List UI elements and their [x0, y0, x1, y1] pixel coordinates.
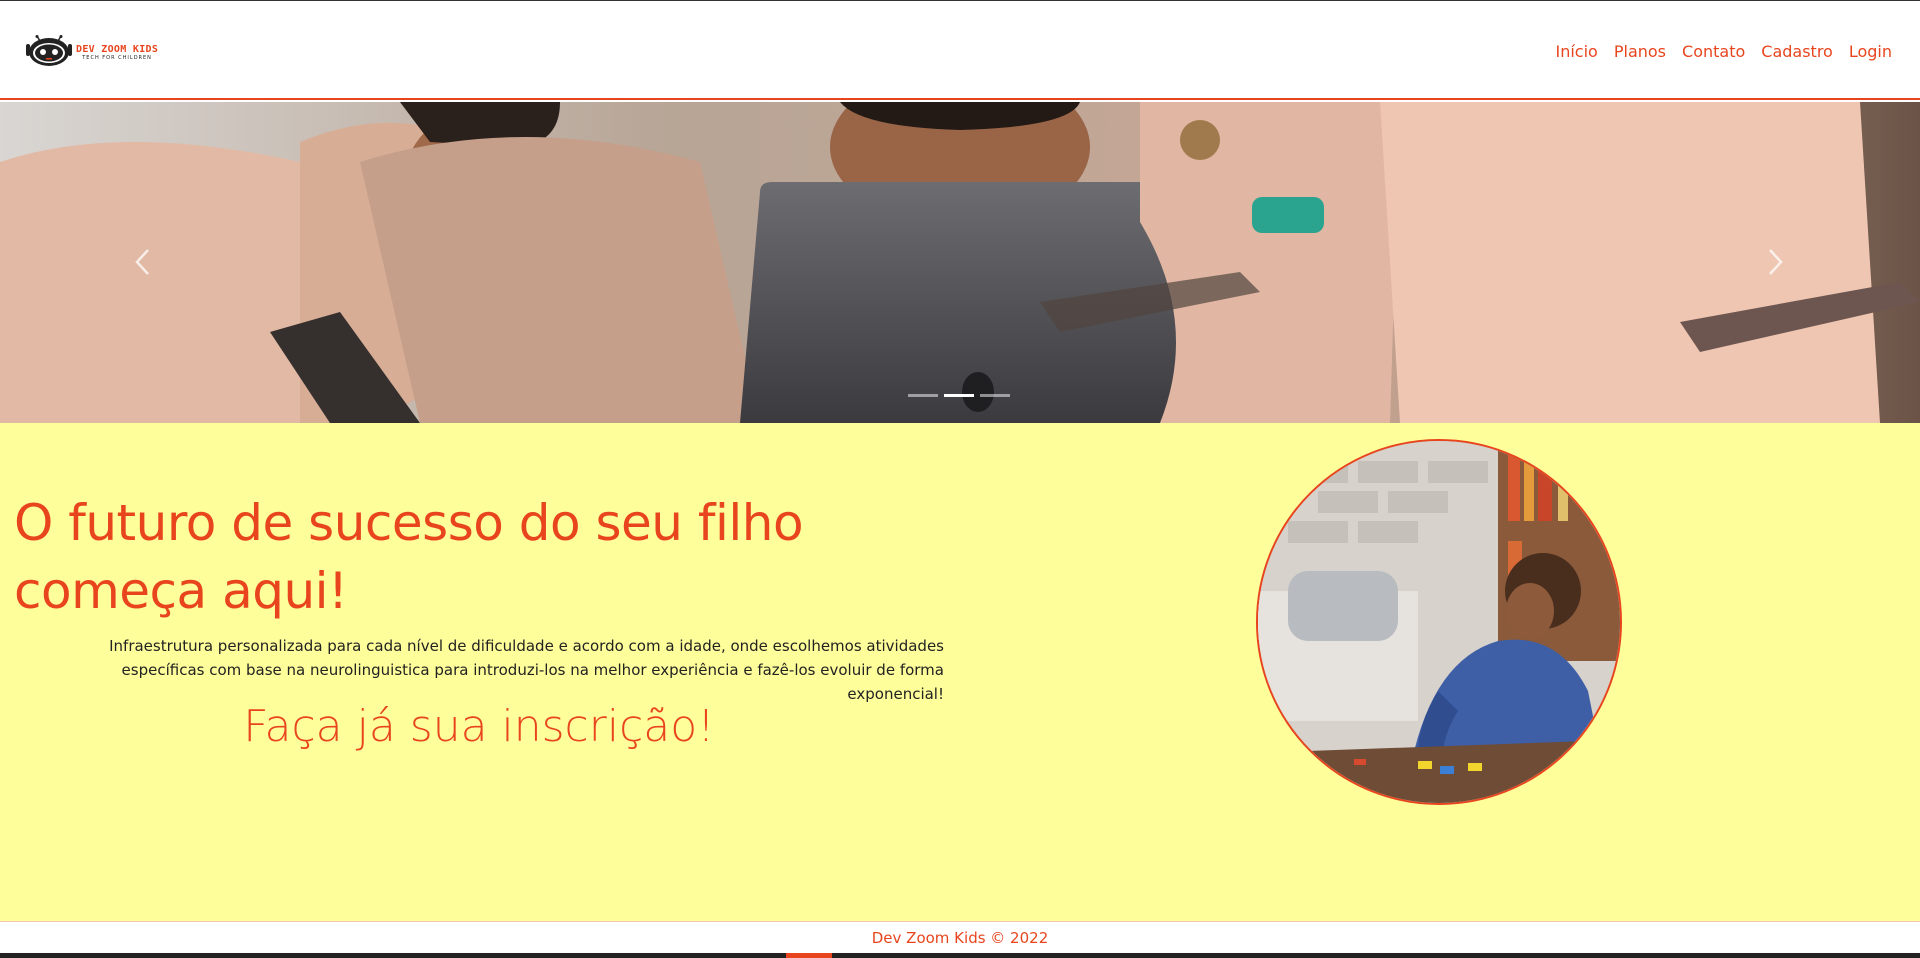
- hero-cta: Faça já sua inscrição!: [243, 701, 715, 752]
- carousel-indicator-2[interactable]: [944, 394, 974, 397]
- main-nav: Início Planos Contato Cadastro Login: [1556, 41, 1893, 63]
- hero-title: O futuro de sucesso do seu filho começa …: [14, 494, 804, 620]
- carousel-indicator-1[interactable]: [908, 394, 938, 397]
- brand-logo[interactable]: DEV ZOOM KIDS TECH FOR CHILDREN: [24, 35, 158, 69]
- navbar: DEV ZOOM KIDS TECH FOR CHILDREN Início P…: [0, 1, 1920, 100]
- carousel-indicators: [908, 394, 1010, 397]
- image-carousel: [0, 102, 1920, 423]
- carousel-next-button[interactable]: [1764, 247, 1786, 277]
- nav-link-login[interactable]: Login: [1849, 41, 1892, 63]
- footer: Dev Zoom Kids © 2022: [0, 921, 1920, 953]
- taskbar-active-item: [786, 953, 832, 958]
- hero-section: O futuro de sucesso do seu filho começa …: [0, 423, 1920, 921]
- child-playing-image: [1258, 441, 1620, 803]
- brand-text: DEV ZOOM KIDS TECH FOR CHILDREN: [76, 44, 158, 61]
- hero-child-photo: [1256, 439, 1622, 805]
- taskbar-strip: [0, 953, 1920, 958]
- nav-link-planos[interactable]: Planos: [1614, 41, 1666, 63]
- brand-name: DEV ZOOM KIDS: [76, 43, 159, 55]
- nav-link-cadastro[interactable]: Cadastro: [1761, 41, 1833, 63]
- nav-link-inicio[interactable]: Início: [1556, 41, 1598, 63]
- carousel-indicator-3[interactable]: [980, 394, 1010, 397]
- footer-copyright: Dev Zoom Kids © 2022: [871, 929, 1049, 947]
- carousel-prev-button[interactable]: [132, 247, 154, 277]
- hero-description: Infraestrutura personalizada para cada n…: [109, 637, 944, 703]
- brand-tagline: TECH FOR CHILDREN: [82, 54, 152, 61]
- chevron-right-icon: [1769, 249, 1783, 275]
- nav-link-contato[interactable]: Contato: [1682, 41, 1745, 63]
- robot-head-icon: [26, 35, 72, 66]
- carousel-slide-image: [0, 102, 1920, 423]
- chevron-left-icon: [135, 249, 149, 275]
